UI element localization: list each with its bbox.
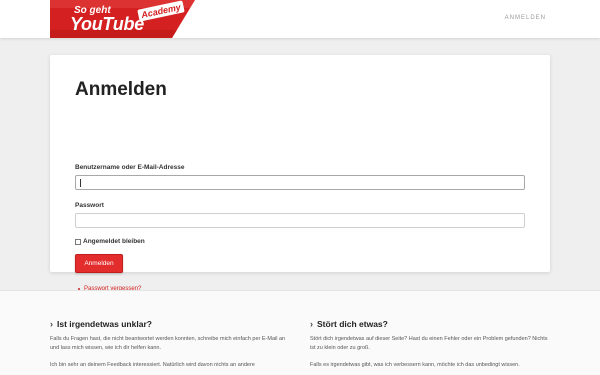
logo-line2: YouTube	[70, 14, 144, 34]
site-header: So geht YouTube Academy ANMELDEN	[0, 0, 600, 38]
remember-checkbox[interactable]	[75, 238, 81, 245]
page-title: Anmelden	[75, 79, 167, 100]
chevron-right-icon: ›	[310, 319, 313, 329]
username-label: Benutzername oder E-Mail-Adresse	[75, 164, 185, 171]
footer-heading-unclear: › Ist irgendetwas unklar?	[50, 319, 290, 329]
login-card: Anmelden Benutzername oder E-Mail-Adress…	[50, 55, 550, 292]
footer-text-unclear-2: Ich bin sehr an deinem Feedback interess…	[50, 362, 255, 368]
footer-col-unclear: › Ist irgendetwas unklar? Falls du Frage…	[50, 319, 290, 375]
password-label: Passwort	[75, 202, 104, 209]
footer-heading-unclear-text: Ist irgendetwas unklar?	[57, 319, 152, 329]
footer-col-bother: › Stört dich etwas? Stört dich irgendetw…	[310, 319, 550, 375]
footer-text-bother-2: Falls es irgendetwas gibt, was ich verbe…	[310, 362, 520, 368]
remember-me[interactable]: Angemeldet bleiben	[75, 238, 145, 245]
login-button[interactable]: Anmelden	[75, 254, 123, 273]
footer-heading-bother-text: Stört dich etwas?	[317, 319, 388, 329]
chevron-right-icon: ›	[50, 319, 53, 329]
site-footer: › Ist irgendetwas unklar? Falls du Frage…	[0, 290, 600, 375]
text-cursor	[80, 179, 81, 187]
footer-heading-bother: › Stört dich etwas?	[310, 319, 550, 329]
footer-text-unclear-1: Falls du Fragen hast, die nicht beantwor…	[50, 336, 286, 351]
remember-label: Angemeldet bleiben	[83, 238, 145, 245]
password-input[interactable]	[75, 213, 525, 228]
username-input[interactable]	[75, 175, 525, 190]
nav-login-link[interactable]: ANMELDEN	[505, 15, 546, 21]
footer-text-bother-1: Stört dich irgendetwas auf dieser Seite?…	[310, 336, 548, 351]
site-logo[interactable]: So geht YouTube Academy	[50, 0, 195, 38]
